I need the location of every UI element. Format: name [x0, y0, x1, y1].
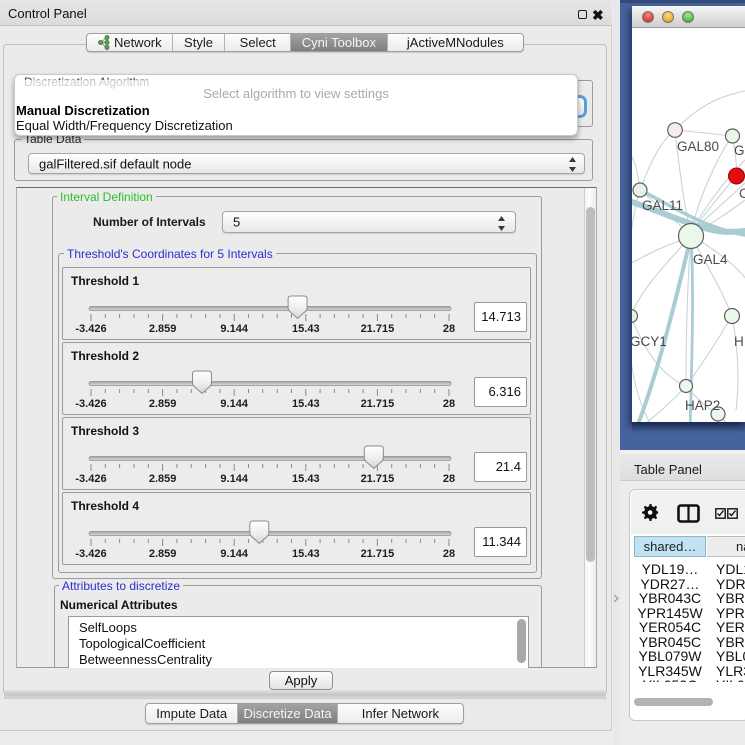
svg-text:GAL80: GAL80 — [677, 139, 719, 154]
svg-text:GAL11: GAL11 — [642, 198, 683, 213]
svg-text:GAL4: GAL4 — [693, 252, 728, 267]
svg-text:H: H — [734, 334, 744, 349]
svg-text:C: C — [739, 186, 745, 201]
svg-text:GCY1: GCY1 — [632, 334, 667, 349]
svg-text:HAP2: HAP2 — [685, 398, 720, 413]
svg-text:G: G — [734, 143, 745, 158]
